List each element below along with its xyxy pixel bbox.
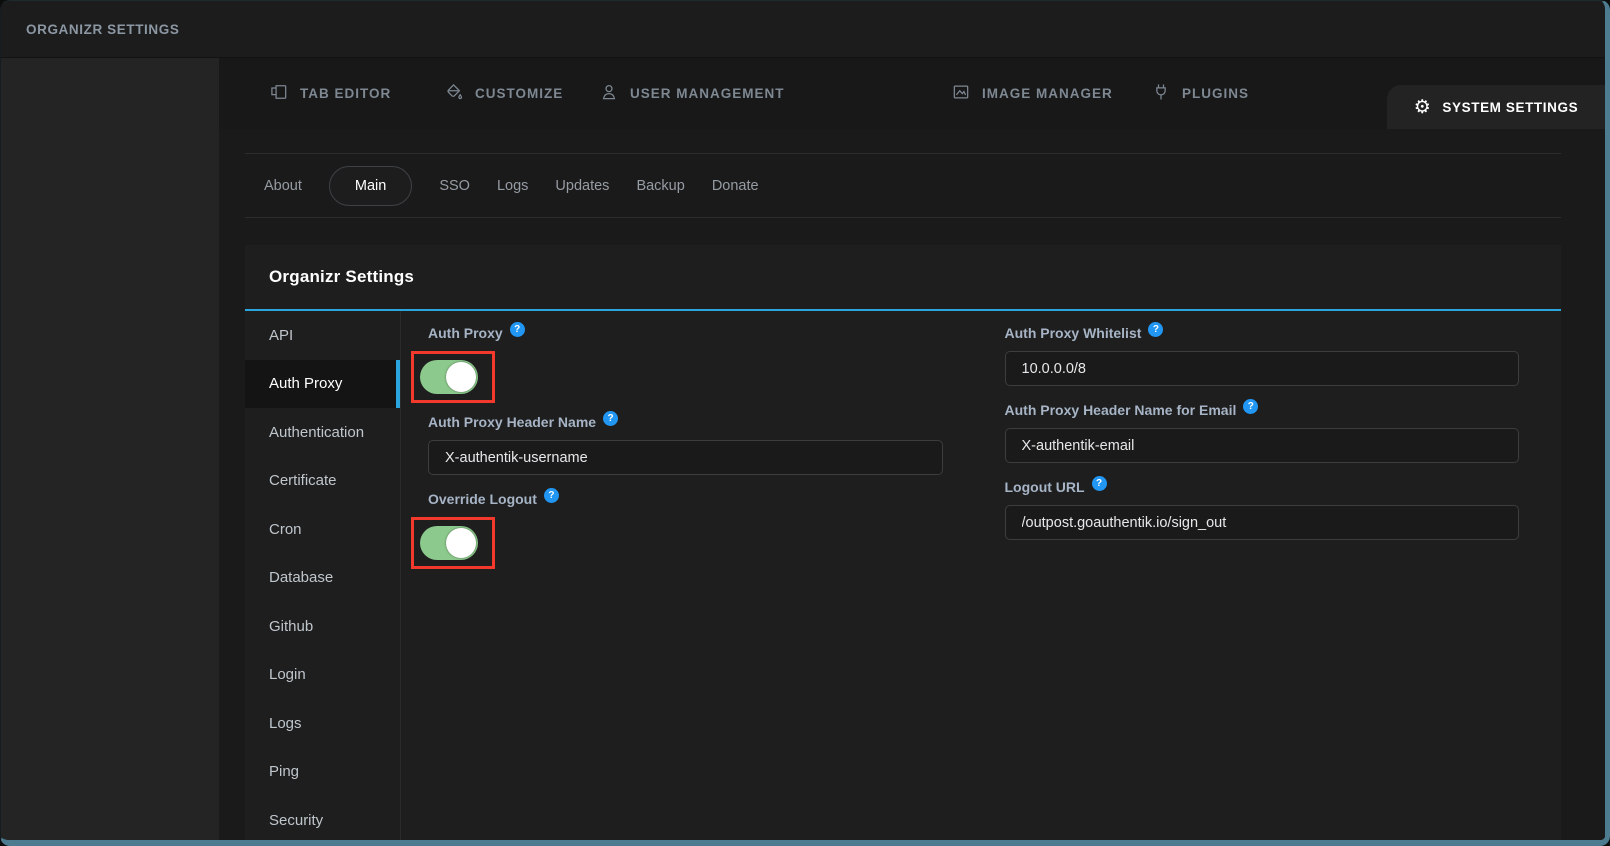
subtab-main[interactable]: Main <box>329 166 412 206</box>
nav-item-logs[interactable]: Logs <box>245 699 400 748</box>
tab-label: PLUGINS <box>1182 86 1249 101</box>
help-icon[interactable]: ? <box>603 411 618 426</box>
tab-plugins[interactable]: PLUGINS <box>1151 58 1249 129</box>
field-label-row: Auth Proxy Header Name ? <box>428 414 943 431</box>
help-icon[interactable]: ? <box>1243 399 1258 414</box>
nav-item-github[interactable]: Github <box>245 602 400 651</box>
tab-label: CUSTOMIZE <box>475 86 563 101</box>
tab-label: IMAGE MANAGER <box>982 86 1113 101</box>
form-right-column: Auth Proxy Whitelist ? Auth Proxy Header… <box>1005 325 1520 556</box>
page-title: ORGANIZR SETTINGS <box>26 22 179 37</box>
field-label: Auth Proxy Header Name <box>428 414 596 431</box>
field-label: Auth Proxy Whitelist <box>1005 325 1142 342</box>
nav-item-ping[interactable]: Ping <box>245 748 400 797</box>
auth-proxy-header-email-input[interactable] <box>1005 428 1520 463</box>
field-label-row: Auth Proxy Whitelist ? <box>1005 325 1520 342</box>
auth-proxy-header-name-input[interactable] <box>428 440 943 475</box>
auth-proxy-form: Auth Proxy ? Auth Proxy Head <box>401 311 1561 840</box>
help-icon[interactable]: ? <box>510 322 525 337</box>
subtab-updates[interactable]: Updates <box>555 178 609 194</box>
field-label-row: Override Logout ? <box>428 491 943 508</box>
nav-item-api[interactable]: API <box>245 311 400 360</box>
user-management-icon <box>599 82 619 105</box>
subtab-logs[interactable]: Logs <box>497 178 528 194</box>
settings-nav: API Auth Proxy Authentication Certificat… <box>245 311 401 840</box>
settings-tab-bar: TAB EDITOR CUSTOMIZE USER MANAGEMENT IMA… <box>219 58 1605 130</box>
field-label: Auth Proxy Header Name for Email <box>1005 402 1237 419</box>
tab-system-settings[interactable]: ⚙ SYSTEM SETTINGS <box>1387 85 1605 129</box>
field-auth-proxy-header-name: Auth Proxy Header Name ? <box>428 414 943 475</box>
left-sidebar-area <box>1 58 219 840</box>
auth-proxy-toggle[interactable] <box>420 360 478 394</box>
help-icon[interactable]: ? <box>544 488 559 503</box>
toggle-knob <box>446 528 476 558</box>
panel-body: API Auth Proxy Authentication Certificat… <box>245 311 1561 840</box>
field-logout-url: Logout URL ? <box>1005 479 1520 540</box>
field-auth-proxy-header-email: Auth Proxy Header Name for Email ? <box>1005 402 1520 463</box>
customize-icon <box>444 82 464 105</box>
subtab-donate[interactable]: Donate <box>712 178 759 194</box>
logout-url-input[interactable] <box>1005 505 1520 540</box>
field-label-row: Logout URL ? <box>1005 479 1520 496</box>
nav-item-auth-proxy[interactable]: Auth Proxy <box>245 360 400 409</box>
tab-label: USER MANAGEMENT <box>630 86 785 101</box>
nav-item-certificate[interactable]: Certificate <box>245 457 400 506</box>
organizr-window: ORGANIZR SETTINGS TAB EDITOR CUSTOMIZE U… <box>0 0 1610 846</box>
subtab-sso[interactable]: SSO <box>439 178 470 194</box>
auth-proxy-whitelist-input[interactable] <box>1005 351 1520 386</box>
field-label: Auth Proxy <box>428 325 503 342</box>
gear-icon: ⚙ <box>1414 98 1432 117</box>
nav-item-security[interactable]: Security <box>245 796 400 840</box>
panel-header: Organizr Settings <box>245 245 1561 311</box>
override-logout-toggle[interactable] <box>420 526 478 560</box>
tab-editor-icon <box>269 82 289 105</box>
field-label: Override Logout <box>428 491 537 508</box>
help-icon[interactable]: ? <box>1148 322 1163 337</box>
top-bar: ORGANIZR SETTINGS <box>1 1 1605 58</box>
tab-tab-editor[interactable]: TAB EDITOR <box>269 58 391 129</box>
tab-image-manager[interactable]: IMAGE MANAGER <box>951 58 1113 129</box>
subtab-about[interactable]: About <box>264 178 302 194</box>
nav-item-database[interactable]: Database <box>245 554 400 603</box>
plugins-icon <box>1151 82 1171 105</box>
content-area: About Main SSO Logs Updates Backup Donat… <box>219 129 1605 840</box>
tab-label: TAB EDITOR <box>300 86 391 101</box>
field-auth-proxy: Auth Proxy ? <box>428 325 943 408</box>
help-icon[interactable]: ? <box>1092 476 1107 491</box>
form-left-column: Auth Proxy ? Auth Proxy Head <box>428 325 943 580</box>
field-label: Logout URL <box>1005 479 1085 496</box>
sub-tab-bar: About Main SSO Logs Updates Backup Donat… <box>245 153 1561 218</box>
field-auth-proxy-whitelist: Auth Proxy Whitelist ? <box>1005 325 1520 386</box>
subtab-backup[interactable]: Backup <box>636 178 684 194</box>
field-label-row: Auth Proxy ? <box>428 325 943 342</box>
field-override-logout: Override Logout ? <box>428 491 943 574</box>
panel-title: Organizr Settings <box>269 267 414 287</box>
nav-item-login[interactable]: Login <box>245 651 400 700</box>
image-manager-icon <box>951 82 971 105</box>
field-label-row: Auth Proxy Header Name for Email ? <box>1005 402 1520 419</box>
highlight-box <box>411 351 495 403</box>
tab-label: SYSTEM SETTINGS <box>1442 100 1578 115</box>
toggle-knob <box>446 362 476 392</box>
highlight-box <box>411 517 495 569</box>
settings-panel: Organizr Settings API Auth Proxy Authent… <box>245 245 1561 840</box>
nav-item-authentication[interactable]: Authentication <box>245 408 400 457</box>
nav-item-cron[interactable]: Cron <box>245 505 400 554</box>
tab-user-management[interactable]: USER MANAGEMENT <box>599 58 785 129</box>
tab-customize[interactable]: CUSTOMIZE <box>444 58 563 129</box>
